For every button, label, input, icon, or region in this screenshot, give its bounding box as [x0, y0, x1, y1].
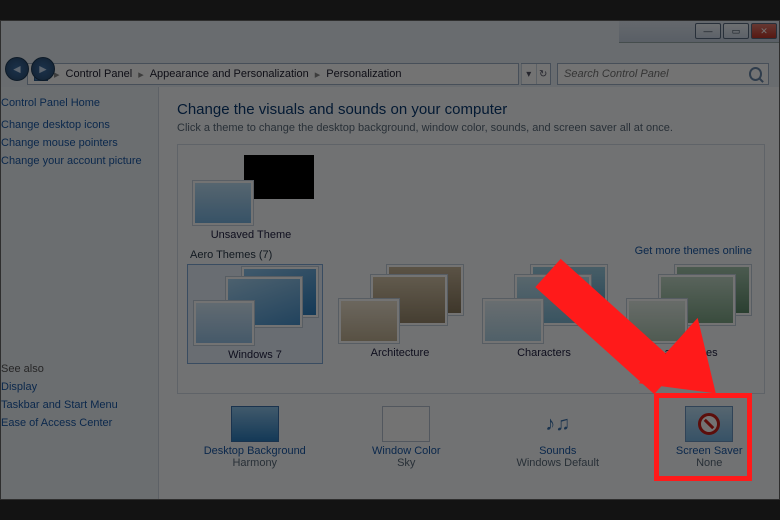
personalization-window: — ▭ ✕ ◄ ► ▸ Control Panel ▸ Appearance a…	[0, 20, 780, 500]
search-icon	[749, 67, 762, 81]
sidebar-change-desktop-icons[interactable]: Change desktop icons	[1, 119, 150, 131]
page-subtitle: Click a theme to change the desktop back…	[177, 122, 765, 134]
sidebar-display[interactable]: Display	[1, 381, 150, 393]
theme-windows7[interactable]: Windows 7	[188, 265, 322, 363]
breadcrumb-root[interactable]: Control Panel	[66, 68, 133, 80]
sidebar-change-mouse-pointers[interactable]: Change mouse pointers	[1, 137, 150, 149]
maximize-button[interactable]: ▭	[723, 23, 749, 39]
desktop-background-label: Desktop Background	[199, 445, 311, 457]
chevron-right-icon: ▸	[315, 68, 321, 81]
desktop-background-icon	[231, 406, 279, 442]
search-input[interactable]	[564, 68, 749, 80]
theme-label: Unsaved Theme	[188, 229, 314, 241]
main-content: Change the visuals and sounds on your co…	[159, 87, 779, 499]
chevron-right-icon: ▸	[138, 68, 144, 81]
breadcrumb-tail-buttons: ▾ ↻	[521, 63, 551, 85]
theme-label: Characters	[478, 347, 610, 359]
sidebar: Control Panel Home Change desktop icons …	[1, 87, 159, 499]
sidebar-ease-of-access[interactable]: Ease of Access Center	[1, 417, 150, 429]
bottom-options-row: Desktop Background Harmony Window Color …	[177, 406, 765, 469]
sounds-button[interactable]: ♪♫ Sounds Windows Default	[502, 406, 614, 469]
desktop-background-value: Harmony	[199, 457, 311, 469]
desktop-background-button[interactable]: Desktop Background Harmony	[199, 406, 311, 469]
breadcrumb[interactable]: ▸ Control Panel ▸ Appearance and Persona…	[27, 63, 519, 85]
window-color-label: Window Color	[351, 445, 463, 457]
page-title: Change the visuals and sounds on your co…	[177, 101, 765, 118]
theme-label: Windows 7	[190, 349, 320, 361]
window-color-value: Sky	[351, 457, 463, 469]
sidebar-taskbar-start-menu[interactable]: Taskbar and Start Menu	[1, 399, 150, 411]
theme-characters[interactable]: Characters	[478, 265, 610, 363]
sounds-value: Windows Default	[502, 457, 614, 469]
breadcrumb-refresh-button[interactable]: ↻	[536, 64, 551, 84]
theme-landscapes[interactable]: Landscapes	[622, 265, 754, 363]
close-button[interactable]: ✕	[751, 23, 777, 39]
theme-unsaved[interactable]: Unsaved Theme	[188, 155, 314, 241]
sounds-label: Sounds	[502, 445, 614, 457]
nav-back-button[interactable]: ◄	[5, 57, 29, 81]
themes-panel: Unsaved Theme Get more themes online Aer…	[177, 144, 765, 394]
search-box[interactable]	[557, 63, 769, 85]
breadcrumb-appearance[interactable]: Appearance and Personalization	[150, 68, 309, 80]
window-titlebar-controls: — ▭ ✕	[619, 21, 779, 43]
prohibit-icon	[698, 413, 720, 435]
nav-forward-button[interactable]: ►	[31, 57, 55, 81]
breadcrumb-personalization[interactable]: Personalization	[326, 68, 401, 80]
control-panel-home-link[interactable]: Control Panel Home	[1, 97, 150, 109]
minimize-button[interactable]: —	[695, 23, 721, 39]
screen-saver-label: Screen Saver	[654, 445, 766, 457]
theme-label: Landscapes	[622, 347, 754, 359]
window-color-button[interactable]: Window Color Sky	[351, 406, 463, 469]
breadcrumb-dropdown-button[interactable]: ▾	[521, 64, 536, 84]
sidebar-change-account-picture[interactable]: Change your account picture	[1, 155, 150, 167]
screen-saver-value: None	[654, 457, 766, 469]
screen-saver-icon	[685, 406, 733, 442]
see-also-heading: See also	[1, 363, 150, 375]
theme-label: Architecture	[334, 347, 466, 359]
theme-architecture[interactable]: Architecture	[334, 265, 466, 363]
get-more-themes-link[interactable]: Get more themes online	[635, 245, 752, 257]
window-color-icon	[382, 406, 430, 442]
sounds-icon: ♪♫	[540, 406, 576, 442]
screen-saver-button[interactable]: Screen Saver None	[654, 406, 766, 469]
